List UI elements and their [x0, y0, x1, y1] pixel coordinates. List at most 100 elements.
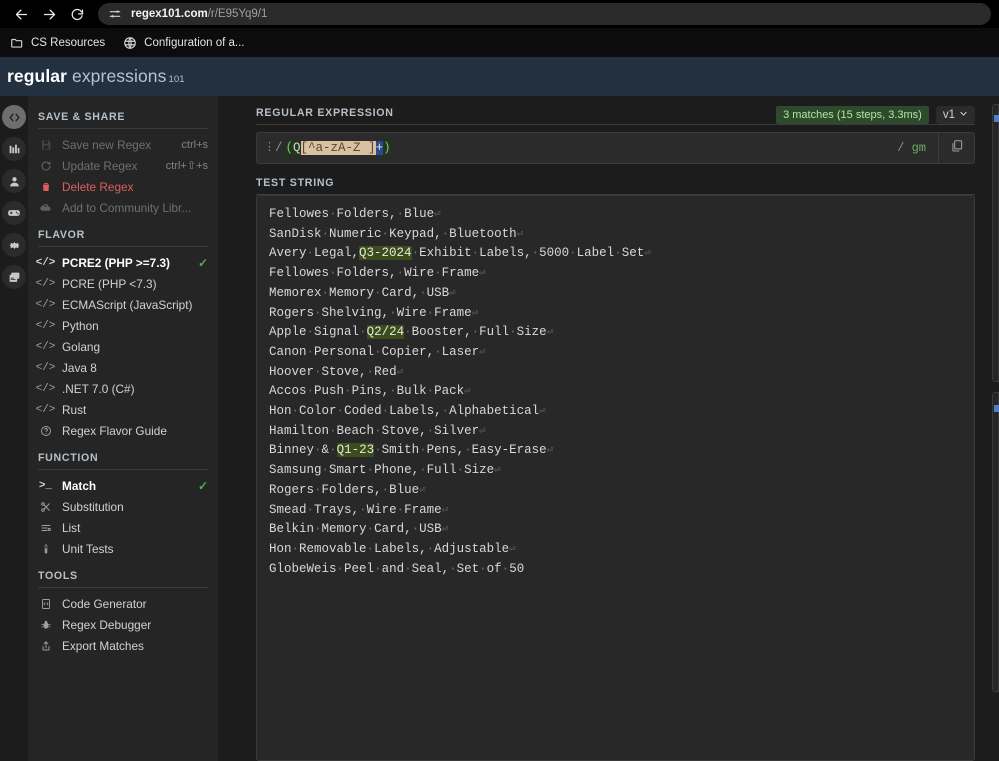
sidebar-item-add-to-community-library[interactable]: Add to Community Libr...: [28, 197, 218, 218]
sidebar-item-regex-debugger[interactable]: Regex Debugger: [28, 614, 218, 635]
sidebar-item-pcre2[interactable]: </> PCRE2 (PHP >=7.3) ✓: [28, 252, 218, 273]
test-string-line[interactable]: Smead·Trays,·Wire·Frame⏎: [269, 501, 962, 521]
site-logo[interactable]: regular expressions 101: [7, 66, 185, 87]
rail-settings-button[interactable]: [2, 233, 26, 257]
code-icon: </>: [35, 361, 56, 374]
sidebar-item-label: Unit Tests: [62, 541, 114, 556]
space-dot: ·: [411, 522, 420, 537]
version-dropdown[interactable]: v1: [935, 106, 975, 124]
test-string-line[interactable]: Hamilton·Beach·Stove,·Silver⏎: [269, 422, 962, 442]
forward-button[interactable]: [36, 1, 62, 27]
test-string-line[interactable]: Hon·Removable·Labels,·Adjustable⏎: [269, 540, 962, 560]
logo-word-regular: regular: [7, 66, 68, 86]
export-upload-icon: [38, 640, 53, 652]
url-domain: regex101.com: [131, 8, 208, 20]
refresh-icon: [38, 160, 53, 172]
test-string-line[interactable]: Samsung·Smart·Phone,·Full·Size⏎: [269, 461, 962, 481]
sidebar-item-ecmascript[interactable]: </> ECMAScript (JavaScript): [28, 294, 218, 315]
sidebar-item-rust[interactable]: </> Rust: [28, 399, 218, 420]
test-string-editor[interactable]: Fellowes·Folders,·Blue⏎ SanDisk·Numeric·K…: [256, 195, 975, 761]
regex-box-right: / gm: [897, 133, 974, 163]
match-information-card[interactable]: [992, 392, 999, 692]
test-string-line[interactable]: Fellowes·Folders,·Wire·Frame⏎: [269, 264, 962, 284]
space-dot: ·: [389, 384, 397, 399]
globe-icon: [123, 36, 137, 50]
space-dot: ·: [329, 423, 337, 438]
sidebar-item-java8[interactable]: </> Java 8: [28, 357, 218, 378]
url-path: /r/E95Yq9/1: [207, 8, 268, 20]
sidebar-item-update-regex[interactable]: Update Regex ctrl+⇧+s: [28, 155, 218, 176]
sidebar-item-golang[interactable]: </> Golang: [28, 336, 218, 357]
sidebar-item-save-new-regex[interactable]: Save new Regex ctrl+s: [28, 134, 218, 155]
sidebar-item-label: Match: [62, 478, 97, 493]
space-dot: ·: [291, 541, 300, 556]
test-string-line[interactable]: Apple·Signal·Q2/24·Booster,·Full·Size⏎: [269, 323, 962, 343]
test-string-line[interactable]: Belkin·Memory·Card,·USB⏎: [269, 520, 962, 540]
bookmark-configuration[interactable]: Configuration of a...: [123, 36, 245, 50]
rail-sponsor-button[interactable]: [2, 265, 26, 289]
match-marker: [994, 405, 999, 412]
regex-pattern-text[interactable]: (Q[^a-zA-Z ]+): [285, 141, 391, 155]
sidebar-item-delete-regex[interactable]: Delete Regex: [28, 176, 218, 197]
test-string-line[interactable]: Avery·Legal,Q3-2024·Exhibit·Labels,·5000…: [269, 244, 962, 264]
test-string-line[interactable]: Hoover·Stove,·Red⏎: [269, 363, 962, 383]
address-bar[interactable]: regex101.com/r/E95Yq9/1: [98, 3, 991, 25]
explanation-card[interactable]: [992, 104, 999, 382]
regex-flags[interactable]: / gm: [897, 141, 938, 155]
site-header: regular expressions 101: [0, 57, 999, 96]
test-string-line[interactable]: GlobeWeis·Peel·and·Seal,·Set·of·50: [269, 560, 962, 579]
test-string-line[interactable]: Accos·Push·Pins,·Bulk·Pack⏎: [269, 382, 962, 402]
space-dot: ·: [396, 502, 405, 517]
copy-icon: [950, 139, 964, 157]
regex-input-box[interactable]: ⋮ / (Q[^a-zA-Z ]+) / gm: [256, 132, 975, 164]
rail-account-button[interactable]: [2, 169, 26, 193]
test-string-line[interactable]: Rogers·Folders,·Blue⏎: [269, 481, 962, 501]
space-dot: ·: [344, 384, 352, 399]
test-string-line[interactable]: Fellowes·Folders,·Blue⏎: [269, 205, 962, 225]
sidebar-item-substitution[interactable]: Substitution: [28, 496, 218, 517]
regex-token-charclass: [^a-zA-Z ]: [300, 141, 376, 155]
back-arrow-icon: [14, 7, 29, 22]
space-dot: ·: [426, 384, 435, 399]
sidebar-item-export-matches[interactable]: Export Matches: [28, 635, 218, 656]
settings-gear-icon: [8, 239, 21, 252]
space-dot: ·: [366, 463, 375, 478]
rail-code-button[interactable]: [2, 105, 26, 129]
test-string-line[interactable]: Binney·&·Q1-23·Smith·Pens,·Easy-Erase⏎: [269, 441, 962, 461]
regex-delimiter-close: /: [897, 141, 905, 155]
sidebar-item-regex-flavor-guide[interactable]: Regex Flavor Guide: [28, 420, 218, 441]
sidebar-item-unit-tests[interactable]: Unit Tests: [28, 538, 218, 559]
sidebar-item-python[interactable]: </> Python: [28, 315, 218, 336]
sidebar-item-code-generator[interactable]: Code Generator: [28, 593, 218, 614]
space-dot: ·: [306, 502, 315, 517]
site-settings-sliders-icon[interactable]: [108, 7, 122, 21]
test-string-line[interactable]: Hon·Color·Coded·Labels,·Alphabetical⏎: [269, 402, 962, 422]
space-dot: ·: [426, 541, 435, 556]
space-dot: ·: [359, 325, 367, 340]
sidebar-item-match[interactable]: >_ Match ✓: [28, 475, 218, 496]
reload-button[interactable]: [64, 1, 90, 27]
newline-marker: ⏎: [441, 524, 449, 537]
test-string-line[interactable]: Canon·Personal·Copier,·Laser⏎: [269, 343, 962, 363]
copy-regex-button[interactable]: [938, 133, 974, 163]
explanation-panel-strip: [992, 96, 999, 761]
space-dot: ·: [374, 344, 382, 359]
back-button[interactable]: [8, 1, 34, 27]
sidebar-item-list[interactable]: List: [28, 517, 218, 538]
sidebar-item-pcre[interactable]: </> PCRE (PHP <7.3): [28, 273, 218, 294]
terminal-prompt-icon: >_: [38, 479, 53, 492]
newline-marker: ⏎: [479, 268, 486, 281]
sidebar-item-dotnet[interactable]: </> .NET 7.0 (C#): [28, 378, 218, 399]
regex-header-right: 3 matches (15 steps, 3.3ms) v1: [776, 106, 975, 124]
space-dot: ·: [291, 404, 300, 419]
test-string-line[interactable]: Rogers·Shelving,·Wire·Frame⏎: [269, 304, 962, 324]
section-title-tools: TOOLS: [38, 570, 78, 582]
vertical-dots-icon[interactable]: ⋮: [264, 142, 275, 153]
rail-library-button[interactable]: [2, 137, 26, 161]
bookmark-cs-resources[interactable]: CS Resources: [10, 36, 105, 50]
bookmark-label: CS Resources: [31, 36, 106, 49]
newline-marker: ⏎: [494, 465, 501, 478]
test-string-line[interactable]: Memorex·Memory·Card,·USB⏎: [269, 284, 962, 304]
rail-game-button[interactable]: [2, 201, 26, 225]
test-string-line[interactable]: SanDisk·Numeric·Keypad,·Bluetooth⏎: [269, 225, 962, 245]
